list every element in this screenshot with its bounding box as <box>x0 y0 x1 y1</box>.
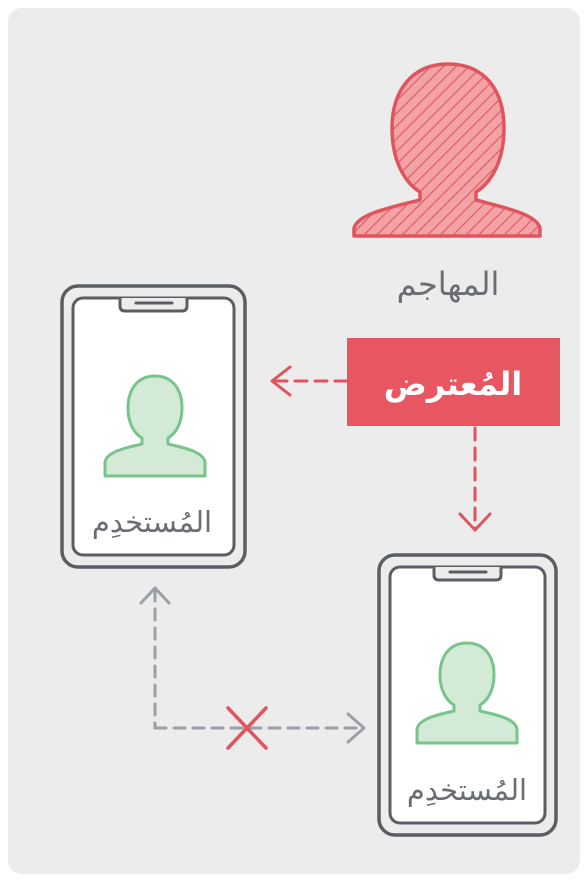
phone-right: المُستخدِم <box>377 553 558 837</box>
attacker-label: المهاجم <box>397 265 500 303</box>
user-left-label: المُستخدِم <box>92 505 212 539</box>
user-right-label: المُستخدِم <box>407 773 527 807</box>
mitm-diagram: المهاجم المُعترض المُستخدِم المُستخدِم <box>8 8 580 874</box>
interceptor-label: المُعترض <box>384 365 523 403</box>
interceptor: المُعترض <box>347 338 560 426</box>
phone-left: المُستخدِم <box>60 284 247 569</box>
